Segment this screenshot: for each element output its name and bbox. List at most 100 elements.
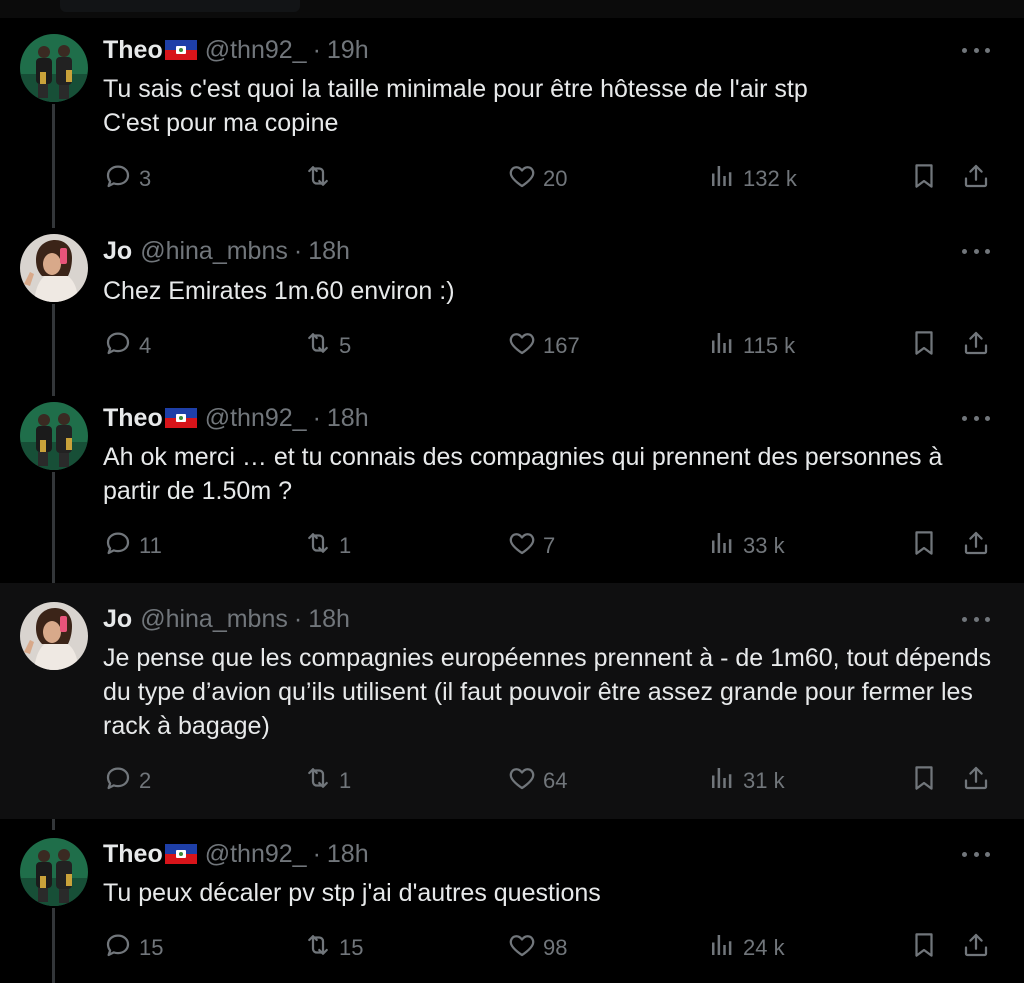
views-button[interactable]: 33 k [707, 530, 785, 562]
timestamp[interactable]: 18h [327, 840, 369, 869]
like-icon [507, 328, 543, 364]
more-icon[interactable] [962, 241, 990, 261]
like-button[interactable]: 20 [507, 163, 567, 195]
views-button[interactable]: 31 k [707, 765, 785, 797]
tweet-actions: 15 15 98 24 k [103, 932, 993, 964]
bookmark-button[interactable] [909, 530, 939, 562]
like-button[interactable]: 7 [507, 530, 555, 562]
like-button[interactable]: 98 [507, 932, 567, 964]
more-icon[interactable] [962, 408, 990, 428]
bookmark-button[interactable] [909, 932, 939, 964]
views-button[interactable]: 132 k [707, 163, 797, 195]
tweet-actions: 3 20 132 k [103, 163, 993, 195]
user-handle[interactable]: @hina_mbns [140, 605, 288, 634]
share-button[interactable] [961, 530, 991, 562]
bookmark-icon [909, 930, 939, 966]
share-button[interactable] [961, 163, 991, 195]
display-name[interactable]: Jo [103, 237, 132, 266]
avatar[interactable] [20, 838, 88, 906]
avatar[interactable] [20, 234, 88, 302]
share-button[interactable] [961, 932, 991, 964]
bookmark-button[interactable] [909, 765, 939, 797]
timestamp[interactable]: 18h [327, 404, 369, 433]
more-icon[interactable] [962, 609, 990, 629]
retweet-button[interactable]: 1 [303, 765, 351, 797]
tweet-text: Chez Emirates 1m.60 environ :) [103, 277, 455, 305]
like-count: 98 [543, 935, 568, 960]
tweet-text: Ah ok merci … et tu connais des compagni… [103, 443, 943, 505]
reply-button[interactable]: 3 [103, 163, 151, 195]
user-handle[interactable]: @hina_mbns [140, 237, 288, 266]
tweet-text: Tu peux décaler pv stp j'ai d'autres que… [103, 879, 601, 907]
haiti-flag-icon [164, 844, 197, 864]
timestamp[interactable]: 18h [308, 237, 350, 266]
reply-icon [103, 161, 139, 197]
reply-button[interactable]: 2 [103, 765, 151, 797]
share-icon [961, 161, 991, 197]
views-icon [707, 328, 743, 364]
share-button[interactable] [961, 330, 991, 362]
share-button[interactable] [961, 765, 991, 797]
views-icon [707, 528, 743, 564]
thread-line [52, 472, 55, 598]
avatar[interactable] [20, 34, 88, 102]
retweet-button[interactable]: 15 [303, 932, 363, 964]
like-button[interactable]: 167 [507, 330, 580, 362]
reply-button[interactable]: 11 [103, 530, 162, 562]
reply-count: 2 [139, 768, 152, 793]
retweet-button[interactable]: 1 [303, 530, 351, 562]
like-icon [507, 528, 543, 564]
separator: · [312, 839, 321, 868]
display-name[interactable]: Jo [103, 605, 132, 634]
avatar[interactable] [20, 402, 88, 470]
bookmark-icon [909, 763, 939, 799]
views-icon [707, 763, 743, 799]
reply-count: 4 [139, 333, 152, 358]
share-icon [961, 763, 991, 799]
reply-count: 15 [139, 935, 164, 960]
top-bar [0, 0, 1024, 18]
views-button[interactable]: 24 k [707, 932, 785, 964]
like-icon [507, 930, 543, 966]
views-count: 115 k [743, 333, 796, 358]
user-handle[interactable]: @thn92_ [205, 404, 307, 433]
views-count: 132 k [743, 166, 797, 191]
retweet-count: 15 [339, 935, 364, 960]
display-name[interactable]: Theo [103, 404, 163, 433]
separator: · [312, 35, 321, 64]
bookmark-icon [909, 528, 939, 564]
timestamp[interactable]: 18h [308, 605, 350, 634]
views-count: 31 k [743, 768, 785, 793]
separator: · [293, 604, 303, 633]
tweet-actions: 2 1 64 31 k [103, 765, 993, 797]
user-handle[interactable]: @thn92_ [205, 840, 307, 869]
bookmark-button[interactable] [909, 330, 939, 362]
reply-button[interactable]: 4 [103, 330, 151, 362]
user-handle[interactable]: @thn92_ [205, 36, 307, 65]
tweet-text: Je pense que les compagnies européennes … [103, 644, 992, 740]
tweet-actions: 4 5 167 115 k [103, 330, 993, 362]
thread-line [52, 304, 55, 396]
display-name[interactable]: Theo [103, 36, 163, 65]
display-name[interactable]: Theo [103, 840, 163, 869]
thread-line [52, 104, 55, 228]
bookmark-button[interactable] [909, 163, 939, 195]
tweet-header: Theo @thn92_ · 18h [103, 402, 369, 434]
views-count: 24 k [743, 935, 785, 960]
views-icon [707, 161, 743, 197]
share-icon [961, 528, 991, 564]
like-icon [507, 763, 543, 799]
haiti-flag-icon [164, 40, 197, 60]
reply-icon [103, 930, 139, 966]
retweet-button[interactable] [303, 163, 339, 195]
reply-icon [103, 528, 139, 564]
retweet-icon [303, 328, 339, 364]
more-icon[interactable] [962, 40, 990, 60]
retweet-button[interactable]: 5 [303, 330, 351, 362]
like-button[interactable]: 64 [507, 765, 567, 797]
reply-button[interactable]: 15 [103, 932, 163, 964]
avatar[interactable] [20, 602, 88, 670]
timestamp[interactable]: 19h [327, 36, 369, 65]
more-icon[interactable] [962, 844, 990, 864]
views-button[interactable]: 115 k [707, 330, 795, 362]
